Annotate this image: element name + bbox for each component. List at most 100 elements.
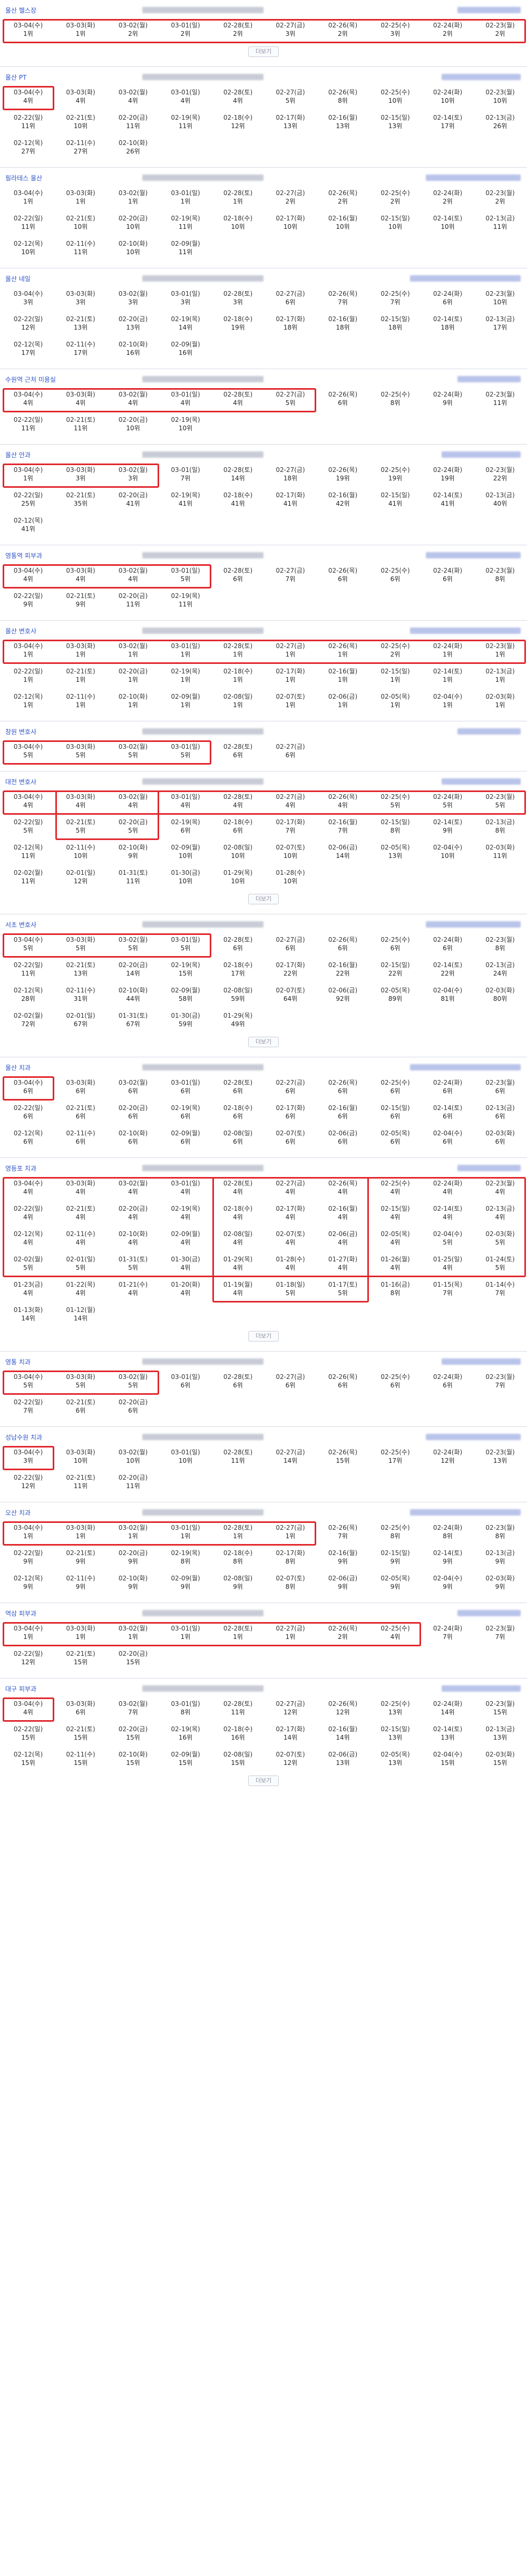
- rank-date: 02-04(수): [433, 1575, 463, 1582]
- rank-value: 1위: [285, 701, 296, 709]
- rank-value: 44위: [126, 995, 140, 1002]
- rank-date: 02-12(목): [13, 1130, 43, 1137]
- more-button[interactable]: 더보기: [248, 1037, 279, 1047]
- rank-cell: 02-22(일) 5위: [2, 815, 54, 839]
- rank-cell: 02-06(금) 92위: [317, 983, 369, 1007]
- rank-date: 02-08(일): [223, 987, 253, 994]
- redacted-url: [142, 275, 264, 282]
- rank-date: 03-04(수): [13, 290, 43, 297]
- rank-cell: 02-15(일) 13위: [369, 1722, 422, 1746]
- redacted-place-name: [457, 1610, 521, 1616]
- rank-date: 02-10(화): [118, 1575, 148, 1582]
- rank-value: 14위: [283, 1734, 298, 1741]
- rank-date: 02-25(수): [380, 1449, 410, 1456]
- section-header: 영등포 치과: [0, 1161, 527, 1175]
- keyword-link[interactable]: 울산 치과: [5, 1063, 31, 1072]
- rank-date: 02-23(월): [485, 290, 515, 297]
- rank-cell: 02-04(수) 1위: [422, 689, 474, 713]
- rank-date: 02-26(목): [328, 189, 358, 197]
- rank-value: 8위: [390, 1532, 401, 1540]
- keyword-link[interactable]: 필라테스 울산: [5, 173, 42, 182]
- rank-value: 41위: [21, 525, 35, 533]
- rank-value: 8위: [390, 827, 401, 834]
- rank-cell: 02-12(목) 41위: [2, 513, 54, 537]
- rank-value: 2위: [390, 198, 401, 205]
- rank-date: 02-04(수): [433, 1751, 463, 1758]
- rank-cell: 02-15(일) 22위: [369, 958, 422, 982]
- rank-date: 02-21(토): [66, 1650, 95, 1657]
- rank-cell: 02-25(수) 2위: [369, 186, 422, 210]
- rank-date: 02-15(일): [380, 818, 410, 826]
- rank-date: 02-22(일): [13, 1474, 43, 1481]
- keyword-link[interactable]: 영통역 피부과: [5, 551, 42, 560]
- more-button[interactable]: 더보기: [248, 894, 279, 904]
- rank-cell: 02-24(화) 6위: [422, 563, 474, 587]
- rank-date: 02-13(금): [485, 315, 515, 323]
- rank-cell: 02-25(수) 13위: [369, 1696, 422, 1721]
- keyword-link[interactable]: 성남수원 치과: [5, 1433, 42, 1442]
- rank-cell: 02-07(토) 64위: [265, 983, 317, 1007]
- rank-value: 2위: [495, 198, 505, 205]
- keyword-link[interactable]: 울산 네일: [5, 274, 31, 283]
- rank-date: 02-19(목): [171, 114, 200, 121]
- rank-cell: 01-13(화) 14위: [2, 1303, 54, 1327]
- rank-date: 02-25(수): [380, 1524, 410, 1531]
- rank-value: 6위: [128, 1407, 138, 1414]
- rank-value: 19위: [441, 475, 455, 482]
- rank-value: 24위: [493, 970, 508, 977]
- highlight-box: [55, 790, 159, 840]
- rank-value: 8위: [390, 399, 401, 407]
- keyword-link[interactable]: 영통 치과: [5, 1357, 31, 1366]
- rank-value: 10위: [73, 1457, 88, 1464]
- rank-cell: 02-24(화) 9위: [422, 387, 474, 411]
- rank-date: 02-28(토): [223, 89, 253, 96]
- rank-cell: 02-20(금) 13위: [107, 312, 159, 336]
- rank-date: 02-13(금): [485, 961, 515, 969]
- rank-cell: 03-03(화) 4위: [55, 85, 107, 109]
- more-button[interactable]: 더보기: [248, 46, 279, 57]
- rank-value: 6위: [285, 1382, 296, 1389]
- rank-value: 10위: [388, 97, 403, 104]
- keyword-link[interactable]: 창원 변호사: [5, 727, 36, 736]
- keyword-link[interactable]: 울산 PT: [5, 73, 26, 82]
- rank-cell: 02-24(화) 6위: [422, 286, 474, 311]
- keyword-link[interactable]: 대구 피부과: [5, 1684, 36, 1693]
- more-button[interactable]: 더보기: [248, 1331, 279, 1342]
- keyword-link[interactable]: 울산 안과: [5, 450, 31, 459]
- redacted-place-name: [457, 1165, 521, 1171]
- rank-grid: 03-04(수) 4위 03-03(화) 6위 03-02(월) 7위 03-01(일) 8위…: [0, 1696, 527, 1789]
- rank-cell: 02-12(목) 6위: [2, 1126, 54, 1150]
- rank-grid: 03-04(수) 6위 03-03(화) 6위 03-02(월) 6위 03-01(일) 6위…: [0, 1075, 527, 1151]
- rank-cell: 02-09(월) 9위: [160, 1571, 212, 1595]
- rank-cell: 03-01(일) 10위: [160, 1445, 212, 1469]
- keyword-link[interactable]: 서초 변호사: [5, 920, 36, 929]
- rank-date: 01-31(토): [118, 869, 148, 876]
- rank-date: 02-12(목): [13, 240, 43, 247]
- rank-value: 12위: [283, 1709, 298, 1716]
- rank-cell: 02-08(일) 59위: [212, 983, 264, 1007]
- rank-value: 22위: [441, 970, 455, 977]
- highlight-box: [3, 1371, 159, 1395]
- rank-value: 4위: [128, 97, 138, 104]
- keyword-link[interactable]: 영등포 치과: [5, 1164, 36, 1173]
- rank-value: 15위: [73, 1658, 88, 1666]
- keyword-link[interactable]: 울산 변호사: [5, 626, 36, 635]
- keyword-link[interactable]: 울산 헬스장: [5, 6, 36, 15]
- keyword-link[interactable]: 오산 치과: [5, 1508, 31, 1517]
- rank-cell: 02-18(수) 12위: [212, 110, 264, 134]
- rank-cell: 02-20(금) 11위: [107, 110, 159, 134]
- section-header: 영통역 피부과: [0, 548, 527, 562]
- rank-value: 1위: [443, 701, 453, 709]
- keyword-link[interactable]: 수원역 근처 미용실: [5, 375, 56, 384]
- highlight-box: [3, 388, 316, 412]
- rank-cell: 02-26(목) 6위: [317, 563, 369, 587]
- rank-value: 16위: [231, 1734, 245, 1741]
- rank-cell: 02-24(화) 6위: [422, 932, 474, 957]
- rank-date: 02-11(수): [66, 1575, 95, 1582]
- keyword-link[interactable]: 대전 변호사: [5, 777, 36, 786]
- rank-value: 7위: [495, 1382, 505, 1389]
- keyword-link[interactable]: 역삼 피부과: [5, 1609, 36, 1618]
- rank-value: 1위: [75, 198, 86, 205]
- more-button[interactable]: 더보기: [248, 1776, 279, 1786]
- rank-value: 7위: [285, 575, 296, 583]
